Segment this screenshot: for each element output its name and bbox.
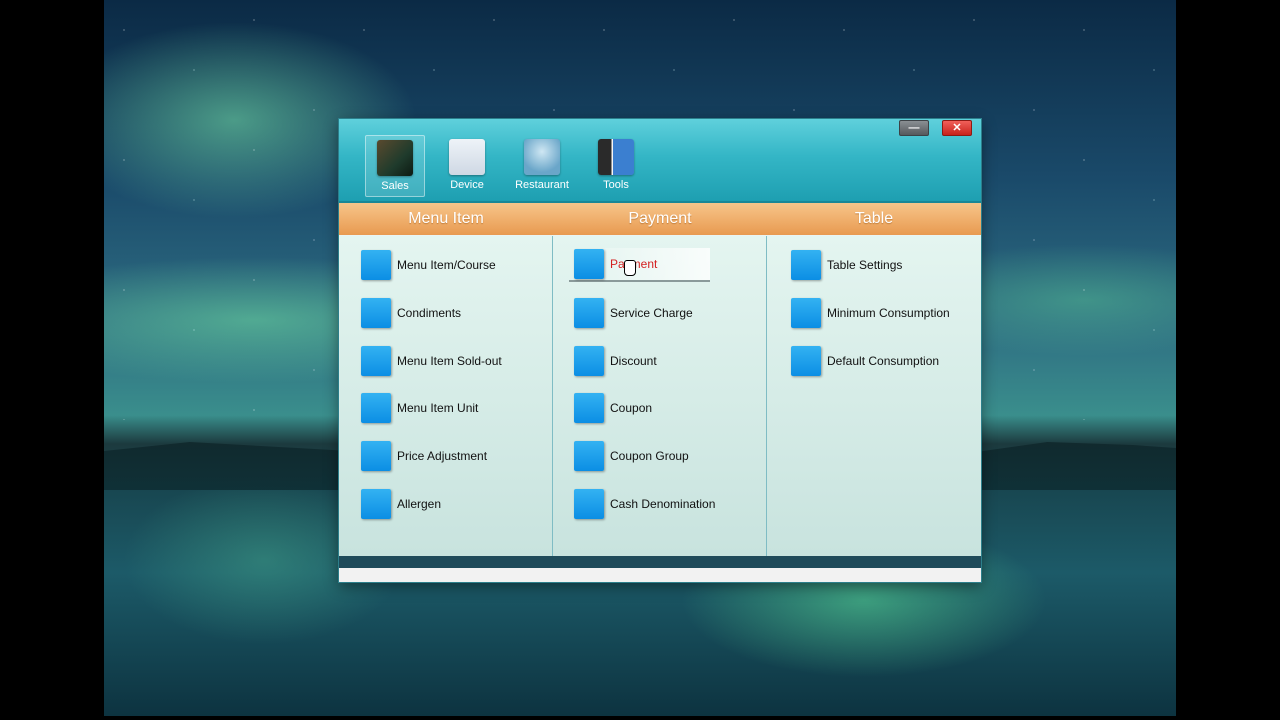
- close-button[interactable]: ✕: [942, 120, 972, 136]
- minimum-consumption-button[interactable]: Minimum Consumption: [791, 297, 950, 329]
- coupon-icon: [574, 393, 604, 423]
- minimum-consumption-icon: [791, 298, 821, 328]
- service-charge-button[interactable]: Service Charge: [574, 297, 693, 329]
- payment-button[interactable]: Payment: [569, 248, 710, 282]
- allergen-button[interactable]: Allergen: [361, 488, 441, 520]
- allergen-label: Allergen: [397, 497, 442, 511]
- default-consumption-icon: [791, 346, 821, 376]
- column-header-menu-item: Menu Item: [408, 210, 484, 227]
- menu-item-unit-icon: [361, 393, 391, 423]
- minimize-button[interactable]: —: [899, 120, 929, 136]
- toolbar-sales-label: Sales: [381, 180, 409, 192]
- hand-cursor-icon: [624, 260, 636, 276]
- discount-icon: [574, 346, 604, 376]
- menu-item-course-button[interactable]: Menu Item/Course: [361, 249, 496, 281]
- toolbar-restaurant[interactable]: Restaurant: [511, 135, 573, 195]
- minimum-consumption-label: Minimum Consumption: [827, 306, 950, 320]
- menu-item-sold-out-icon: [361, 346, 391, 376]
- menu-item-unit-button[interactable]: Menu Item Unit: [361, 392, 478, 424]
- toolbar-device-label: Device: [450, 179, 484, 191]
- restaurant-table-icon: [524, 139, 560, 175]
- menu-item-sold-out-button[interactable]: Menu Item Sold-out: [361, 345, 502, 377]
- discount-button[interactable]: Discount: [574, 345, 657, 377]
- sales-book-icon: [377, 140, 413, 176]
- service-charge-icon: [574, 298, 604, 328]
- toolbar-device[interactable]: Device: [439, 135, 495, 195]
- coupon-group-label: Coupon Group: [610, 449, 689, 463]
- condiments-button[interactable]: Condiments: [361, 297, 461, 329]
- cash-denomination-label: Cash Denomination: [610, 497, 716, 511]
- window-titlebar: — ✕ Sales Device Restaurant Tools: [339, 119, 981, 203]
- device-chart-icon: [449, 139, 485, 175]
- menu-item-sold-out-label: Menu Item Sold-out: [397, 354, 502, 368]
- category-header: Menu Item Payment Table: [339, 203, 981, 235]
- menu-item-course-icon: [361, 250, 391, 280]
- condiments-label: Condiments: [397, 306, 462, 320]
- default-consumption-label: Default Consumption: [827, 354, 940, 368]
- column-header-table: Table: [854, 210, 894, 227]
- table-settings-label: Table Settings: [827, 258, 903, 272]
- menu-item-unit-label: Menu Item Unit: [397, 401, 479, 415]
- coupon-button[interactable]: Coupon: [574, 392, 652, 424]
- toolbar-tools-label: Tools: [603, 179, 629, 191]
- window-status-bar: [339, 568, 981, 582]
- toolbar-tools[interactable]: Tools: [586, 135, 646, 195]
- service-charge-label: Service Charge: [610, 306, 693, 320]
- menu-item-course-label: Menu Item/Course: [397, 258, 496, 272]
- toolbar-restaurant-label: Restaurant: [515, 179, 569, 191]
- table-settings-icon: [791, 250, 821, 280]
- toolbar-sales[interactable]: Sales: [365, 135, 425, 197]
- coupon-group-button[interactable]: Coupon Group: [574, 440, 689, 472]
- payment-column: Payment Service Charge Discount Coupon C…: [553, 236, 767, 556]
- settings-window: — ✕ Sales Device Restaurant Tools Menu I…: [339, 119, 981, 582]
- coupon-group-icon: [574, 441, 604, 471]
- price-adjustment-label: Price Adjustment: [397, 449, 488, 463]
- menu-item-column: Menu Item/Course Condiments Menu Item So…: [339, 236, 553, 556]
- settings-content: Menu Item/Course Condiments Menu Item So…: [339, 236, 981, 556]
- price-adjustment-icon: [361, 441, 391, 471]
- cash-denomination-button[interactable]: Cash Denomination: [574, 488, 715, 520]
- table-settings-button[interactable]: Table Settings: [791, 249, 902, 281]
- price-adjustment-button[interactable]: Price Adjustment: [361, 440, 487, 472]
- table-column: Table Settings Minimum Consumption Defau…: [767, 236, 981, 556]
- discount-label: Discount: [610, 354, 657, 368]
- coupon-label: Coupon: [610, 401, 653, 415]
- default-consumption-button[interactable]: Default Consumption: [791, 345, 939, 377]
- column-header-payment: Payment: [628, 210, 692, 227]
- tools-devices-icon: [598, 139, 634, 175]
- cash-denomination-icon: [574, 489, 604, 519]
- allergen-icon: [361, 489, 391, 519]
- window-footer-divider: [339, 556, 981, 568]
- condiments-icon: [361, 298, 391, 328]
- payment-icon: [574, 249, 604, 279]
